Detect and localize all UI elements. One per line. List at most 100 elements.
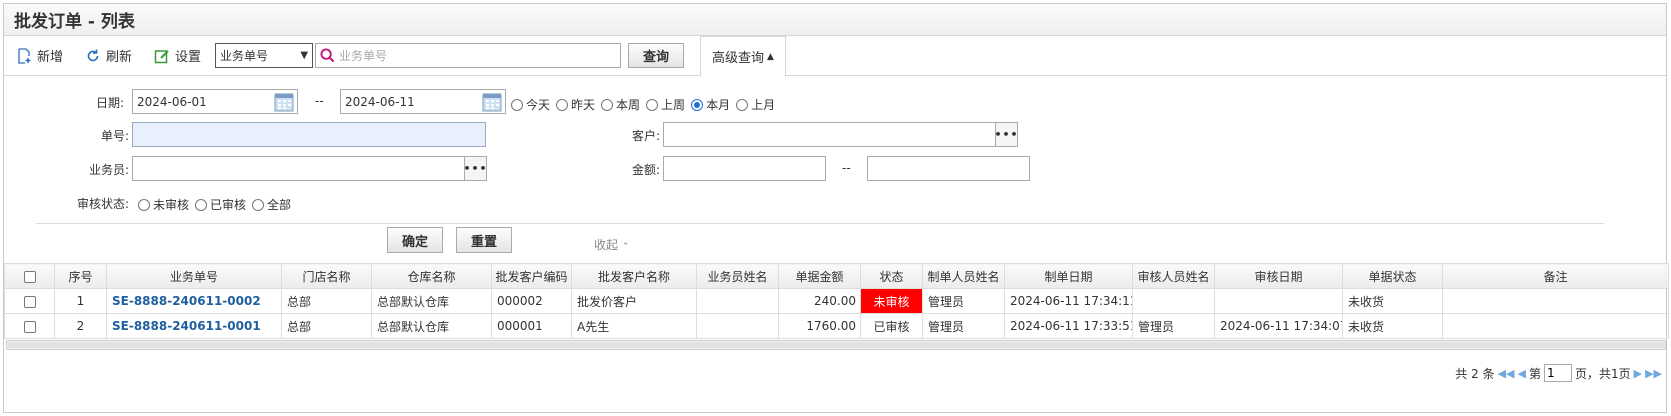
next-page-icon[interactable]: ▶ xyxy=(1634,367,1642,380)
cell-customer-name: A先生 xyxy=(571,313,697,339)
select-all-checkbox[interactable] xyxy=(23,270,36,283)
page-number-input[interactable] xyxy=(1543,364,1572,382)
review-unreviewed-option[interactable]: 未审核 xyxy=(138,196,189,213)
refresh-label: 刷新 xyxy=(106,50,133,65)
cell-store: 总部 xyxy=(281,288,372,314)
customer-input[interactable] xyxy=(664,123,995,146)
order-no-input[interactable] xyxy=(133,123,485,146)
customer-field[interactable] xyxy=(663,122,996,147)
column-header[interactable]: 批发客户编码 xyxy=(491,263,572,289)
column-header[interactable]: 制单日期 xyxy=(1004,263,1133,289)
order-no-link[interactable]: SE-8888-240611-0002 xyxy=(112,294,261,308)
page-prefix: 第 xyxy=(1528,366,1541,381)
cell-warehouse: 总部默认仓库 xyxy=(371,313,492,339)
radio-label: 今天 xyxy=(526,98,551,112)
amount-to-input[interactable] xyxy=(868,157,1029,180)
customer-picker-button[interactable]: ••• xyxy=(994,122,1018,147)
salesperson-field[interactable] xyxy=(132,156,465,181)
column-header[interactable]: 单据金额 xyxy=(778,263,861,289)
radio-label: 本月 xyxy=(706,98,731,112)
salesperson-picker-button[interactable]: ••• xyxy=(463,156,487,181)
cell-customer-name: 批发价客户 xyxy=(571,288,697,314)
table-row[interactable]: 2 SE-8888-240611-0001 总部 总部默认仓库 000001 A… xyxy=(4,313,1669,339)
column-header[interactable]: 业务员姓名 xyxy=(696,263,779,289)
cell-reviewed-date xyxy=(1214,288,1343,314)
column-header[interactable]: 备注 xyxy=(1442,263,1669,289)
date-from-input[interactable] xyxy=(133,90,273,113)
radio-circle xyxy=(601,98,614,111)
table-row[interactable]: 1 SE-8888-240611-0002 总部 总部默认仓库 000002 批… xyxy=(4,288,1669,314)
add-button[interactable]: 新增 xyxy=(16,46,63,65)
toolbar: 新增 刷新 设置 业务单号 ▼ 查询 高级查询 ▲ xyxy=(4,36,1666,77)
date-preset-today[interactable]: 今天 xyxy=(511,96,550,113)
column-header[interactable]: 批发客户名称 xyxy=(571,263,697,289)
column-header[interactable]: 序号 xyxy=(54,263,107,289)
cell-creator: 管理员 xyxy=(922,288,1005,314)
calendar-icon[interactable] xyxy=(273,91,295,113)
column-header[interactable]: 制单人员姓名 xyxy=(922,263,1005,289)
search-field-selected: 业务单号 xyxy=(220,49,269,63)
order-no-link[interactable]: SE-8888-240611-0001 xyxy=(112,319,261,333)
cell-created-date: 2024-06-11 17:34:11 xyxy=(1004,288,1133,314)
select-all-checkbox-cell[interactable] xyxy=(4,263,55,289)
total-count: 共 2 条 xyxy=(1455,366,1495,381)
confirm-button[interactable]: 确定 xyxy=(387,227,443,253)
column-header[interactable]: 状态 xyxy=(860,263,923,289)
radio-circle xyxy=(195,198,208,211)
date-preset-yesterday[interactable]: 昨天 xyxy=(556,96,595,113)
column-header[interactable]: 业务单号 xyxy=(106,263,282,289)
refresh-button[interactable]: 刷新 xyxy=(85,46,132,65)
reset-button[interactable]: 重置 xyxy=(456,227,512,253)
horizontal-scrollbar[interactable] xyxy=(6,340,1666,350)
radio-label: 昨天 xyxy=(571,98,596,112)
amount-to-field[interactable] xyxy=(867,156,1030,181)
radio-label: 已审核 xyxy=(210,198,247,212)
date-preset-this-month[interactable]: 本月 xyxy=(691,96,730,113)
first-page-icon[interactable]: ◀◀ xyxy=(1498,367,1515,380)
column-header[interactable]: 审核人员姓名 xyxy=(1132,263,1215,289)
amount-from-input[interactable] xyxy=(664,157,825,180)
cell-status-badge: 未审核 xyxy=(860,288,923,314)
date-preset-last-month[interactable]: 上月 xyxy=(736,96,775,113)
amount-label: 金额: xyxy=(632,163,661,177)
orders-table: 序号 业务单号 门店名称 仓库名称 批发客户编码 批发客户名称 业务员姓名 单据… xyxy=(4,263,1669,339)
review-all-option[interactable]: 全部 xyxy=(252,196,291,213)
column-header[interactable]: 单据状态 xyxy=(1342,263,1443,289)
page-suffix: 页，共1页 xyxy=(1574,366,1631,381)
order-no-field[interactable] xyxy=(132,122,486,147)
date-to-input[interactable] xyxy=(341,90,481,113)
row-checkbox[interactable] xyxy=(23,295,36,308)
column-header[interactable]: 审核日期 xyxy=(1214,263,1343,289)
date-from-field[interactable] xyxy=(132,89,298,114)
cell-salesperson xyxy=(696,313,779,339)
search-field-select[interactable]: 业务单号 ▼ xyxy=(215,43,314,68)
settings-button[interactable]: 设置 xyxy=(154,46,201,65)
date-to-field[interactable] xyxy=(340,89,506,114)
column-header[interactable]: 门店名称 xyxy=(281,263,372,289)
column-header[interactable]: 仓库名称 xyxy=(371,263,492,289)
query-button[interactable]: 查询 xyxy=(628,43,685,68)
advanced-query-tab[interactable]: 高级查询 ▲ xyxy=(700,36,786,77)
row-checkbox[interactable] xyxy=(23,320,36,333)
collapse-link[interactable]: 收起 ⌃ xyxy=(594,236,629,253)
cell-reviewer xyxy=(1132,288,1215,314)
date-preset-group: 今天 昨天 本周 上周 本月 上月 xyxy=(511,96,781,113)
cell-seq: 2 xyxy=(54,313,107,339)
pagination: 共 2 条 ◀◀ ◀ 第 页，共1页 ▶ ▶▶ xyxy=(1455,362,1662,384)
salesperson-input[interactable] xyxy=(133,157,464,180)
advanced-filter-panel: 日期: -- 今天 昨天 本周 上周 本月 上月 单号: 客户: ••• 业务员 xyxy=(4,76,1666,261)
search-input[interactable] xyxy=(339,48,600,63)
amount-from-field[interactable] xyxy=(663,156,826,181)
scrollbar-thumb[interactable] xyxy=(8,342,1664,348)
row-checkbox-cell[interactable] xyxy=(4,288,55,314)
date-preset-this-week[interactable]: 本周 xyxy=(601,96,640,113)
calendar-icon[interactable] xyxy=(481,91,503,113)
chevron-down-icon: ▼ xyxy=(300,50,309,61)
prev-page-icon[interactable]: ◀ xyxy=(1517,367,1525,380)
row-checkbox-cell[interactable] xyxy=(4,313,55,339)
radio-circle-selected xyxy=(691,98,704,111)
date-preset-last-week[interactable]: 上周 xyxy=(646,96,685,113)
cell-order-no: SE-8888-240611-0002 xyxy=(106,288,282,314)
review-reviewed-option[interactable]: 已审核 xyxy=(195,196,246,213)
last-page-icon[interactable]: ▶▶ xyxy=(1645,367,1662,380)
